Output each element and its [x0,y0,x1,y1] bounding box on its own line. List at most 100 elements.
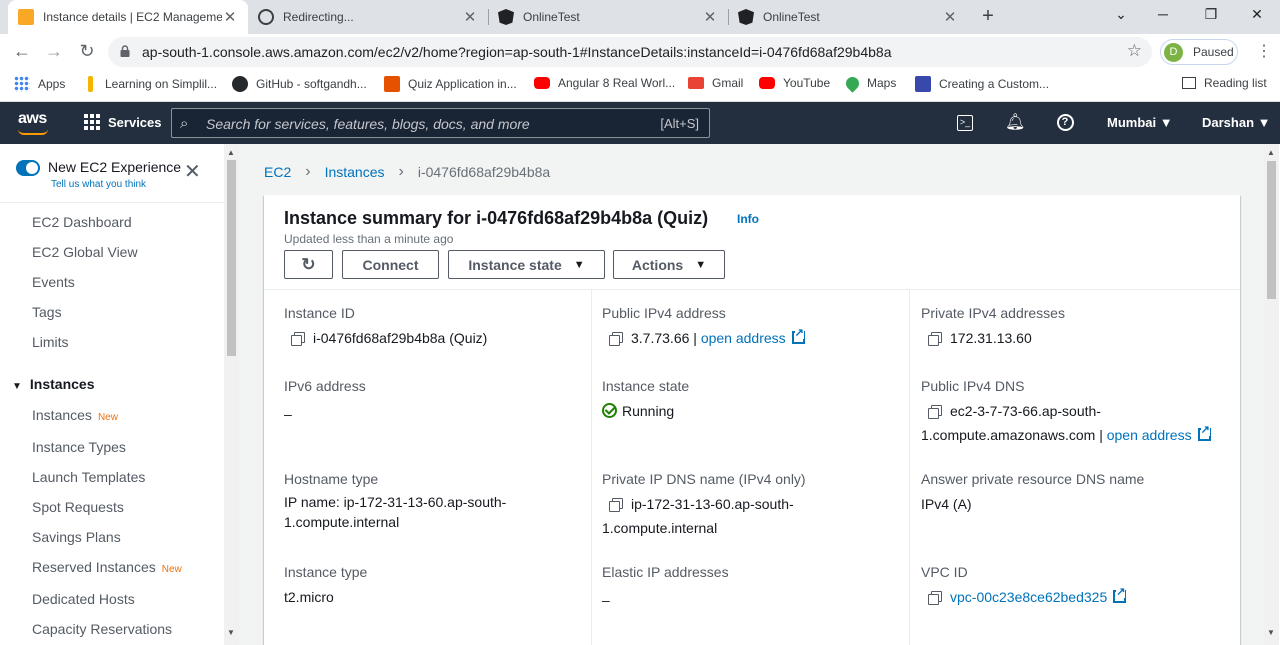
profile-button[interactable]: D Paused [1160,39,1238,65]
bookmark-maps[interactable]: Maps [843,73,896,93]
bookmark-simplilearn[interactable]: Learning on Simplil... [84,76,217,92]
restore-icon[interactable]: ❐ [1199,6,1223,23]
new-tab-button[interactable]: + [978,5,998,28]
field-vpc-id: VPC ID vpc-00c23e8ce62bed325 [921,564,1127,609]
breadcrumb-instances[interactable]: Instances [325,164,385,180]
aws-search-input[interactable]: ⌕ Search for services, features, blogs, … [171,108,710,138]
region-selector[interactable]: Mumbai ▼ [1107,115,1173,130]
bookmark-gmail[interactable]: Gmail [688,76,743,90]
field-private-dns: Private IP DNS name (IPv4 only) ip-172-3… [602,471,806,536]
angular-icon [738,9,754,25]
field-instance-state: Instance state Running [602,378,690,419]
actions-button[interactable]: Actions ▼ [613,250,725,279]
external-link-icon[interactable] [1197,425,1211,441]
address-bar[interactable]: ap-south-1.console.aws.amazon.com/ec2/v2… [108,37,1152,67]
scroll-down-icon[interactable]: ▼ [1267,628,1275,637]
close-tab-icon[interactable]: ✕ [702,8,718,26]
sidebar-item-instance-types[interactable]: Instance Types [32,439,126,455]
youtube-icon [534,77,550,89]
close-tab-icon[interactable]: ✕ [462,8,478,26]
sidebar-item-capacity-reservations[interactable]: Capacity Reservations [32,621,172,637]
copy-icon[interactable] [291,332,305,346]
back-icon[interactable]: ← [11,41,33,62]
breadcrumb: EC2 › Instances › i-0476fd68af29b4b8a [264,163,550,181]
sidebar-item-ec2-global-view[interactable]: EC2 Global View [32,244,138,260]
bookmarks-bar: Apps Learning on Simplil... GitHub - sof… [0,70,1280,102]
sidebar-section-instances[interactable]: ▼ Instances [12,376,95,392]
bookmark-github[interactable]: GitHub - softgandh... [232,76,367,92]
bookmark-youtube[interactable]: YouTube [759,76,830,90]
refresh-button[interactable]: ↻ [284,250,333,279]
sidebar-item-savings-plans[interactable]: Savings Plans [32,529,121,545]
account-menu[interactable]: Darshan ▼ [1202,115,1271,130]
sidebar-item-reserved-instances[interactable]: Reserved Instances New [32,559,182,575]
sidebar-item-ec2-dashboard[interactable]: EC2 Dashboard [32,214,132,230]
github-icon [232,76,248,92]
breadcrumb-ec2[interactable]: EC2 [264,164,291,180]
caret-down-icon: ▼ [1257,115,1271,130]
scrollbar-thumb[interactable] [227,160,236,356]
feedback-link[interactable]: Tell us what you think [51,179,146,190]
main-scrollbar[interactable]: ▲ ▼ [1264,144,1279,645]
vpc-link[interactable]: vpc-00c23e8ce62bed325 [950,589,1107,605]
bookmark-star-icon[interactable]: ☆ [1127,41,1142,61]
services-menu-button[interactable]: Services [84,114,162,130]
bookmark-quiz-app[interactable]: Quiz Application in... [384,76,517,92]
copy-icon[interactable] [609,332,623,346]
field-instance-id: Instance ID i-0476fd68af29b4b8a (Quiz) [284,305,488,346]
sidebar-item-instances[interactable]: Instances New [32,407,118,423]
instance-state-button[interactable]: Instance state ▼ [448,250,605,279]
divider [264,289,1240,290]
url-text: ap-south-1.console.aws.amazon.com/ec2/v2… [142,44,892,60]
copy-icon[interactable] [928,405,942,419]
sidebar-item-tags[interactable]: Tags [32,304,62,320]
notifications-bell-icon[interactable]: 🔔︎ [1005,112,1025,132]
reading-list-button[interactable]: Reading list [1182,76,1267,90]
external-link-icon[interactable] [1113,587,1127,603]
copy-icon[interactable] [928,591,942,605]
sidebar-item-launch-templates[interactable]: Launch Templates [32,469,145,485]
copy-icon[interactable] [928,332,942,346]
tab-onlinetest-2[interactable]: OnlineTest ✕ [728,0,968,34]
field-elastic-ip: Elastic IP addresses – [602,564,729,608]
close-tab-icon[interactable]: ✕ [942,8,958,26]
connect-button[interactable]: Connect [342,250,439,279]
open-address-link[interactable]: open address [701,330,786,346]
bookmark-creating-custom[interactable]: Creating a Custom... [915,76,1049,92]
close-sidebar-icon[interactable]: ✕ [184,162,201,182]
sidebar-item-limits[interactable]: Limits [32,334,69,350]
sidebar-scrollbar[interactable]: ▲ ▼ [224,144,239,645]
cloudshell-icon[interactable]: >_ [955,112,975,132]
copy-icon[interactable] [609,498,623,512]
reload-icon[interactable]: ↻ [76,41,98,62]
close-window-icon[interactable]: ✕ [1245,6,1269,23]
tab-search-icon[interactable]: ⌄ [1109,6,1133,23]
help-icon[interactable]: ? [1055,112,1075,132]
scroll-up-icon[interactable]: ▲ [1267,148,1275,157]
sidebar-item-dedicated-hosts[interactable]: Dedicated Hosts [32,591,135,607]
info-link[interactable]: Info [737,212,759,226]
minimize-icon[interactable]: ─ [1151,6,1175,22]
bookmark-apps[interactable]: Apps [14,76,65,92]
scrollbar-thumb[interactable] [1267,161,1276,299]
scroll-up-icon[interactable]: ▲ [227,148,235,157]
open-address-link[interactable]: open address [1107,427,1192,443]
status-badge: Running [622,403,675,419]
tab-ec2-console[interactable]: Instance details | EC2 Management Consol… [8,0,248,34]
external-link-icon[interactable] [791,328,805,344]
scroll-down-icon[interactable]: ▼ [227,628,235,637]
sidebar-item-events[interactable]: Events [32,274,75,290]
tab-redirecting[interactable]: Redirecting... ✕ [248,0,488,34]
aws-logo[interactable]: aws [18,110,48,135]
browser-tab-strip: Instance details | EC2 Management Consol… [0,0,1280,34]
new-experience-toggle[interactable] [16,160,40,176]
sidebar-item-spot-requests[interactable]: Spot Requests [32,499,124,515]
close-tab-icon[interactable]: ✕ [222,8,238,26]
bookmark-angular[interactable]: Angular 8 Real Worl... [534,76,675,90]
tab-onlinetest-1[interactable]: OnlineTest ✕ [488,0,728,34]
browser-menu-icon[interactable]: ⋮ [1256,41,1272,61]
forward-icon[interactable]: → [43,41,65,62]
profile-status: Paused [1193,45,1234,59]
main-content: EC2 › Instances › i-0476fd68af29b4b8a In… [239,144,1264,645]
globe-icon [258,9,274,25]
